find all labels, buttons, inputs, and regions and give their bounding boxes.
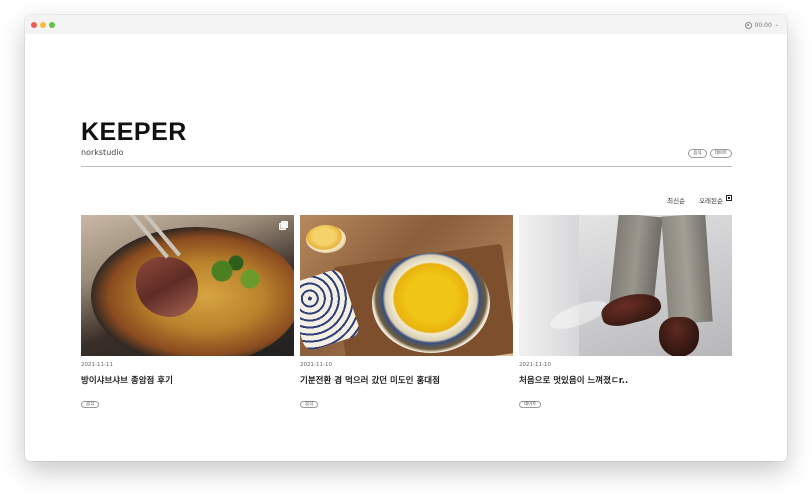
header-divider	[81, 166, 732, 167]
post-thumbnail[interactable]	[300, 215, 513, 356]
post-thumbnail[interactable]	[81, 215, 294, 356]
post-date: 2021-11-11	[81, 362, 113, 368]
radio-icon	[744, 21, 752, 29]
titlebar-status-text: 00:00	[754, 21, 772, 29]
sort-options: 최신순 오래된순	[667, 195, 723, 205]
post-date: 2021-11-10	[300, 362, 332, 368]
post-card[interactable]: 2021-11-10 처음으로 멋있음이 느껴졌ㄷr.. 데이트	[519, 215, 732, 408]
sort-oldest[interactable]: 오래된순	[699, 195, 723, 205]
page-content: KEEPER norkstudio 음식 데이트 최신순 오래된순 2021-1…	[25, 34, 787, 461]
greens-photo-shape	[201, 255, 271, 295]
post-thumbnail[interactable]	[519, 215, 732, 356]
grid-view-icon[interactable]	[726, 195, 732, 201]
egg-photo-shape	[306, 225, 346, 253]
shoe-photo-shape	[659, 317, 699, 356]
chevron-down-icon: ⌄	[774, 22, 779, 28]
blog-title[interactable]: KEEPER	[81, 120, 187, 145]
category-pill-date[interactable]: 데이트	[709, 149, 732, 158]
post-title[interactable]: 기분전환 겸 먹으러 갔던 미도인 홍대점	[300, 374, 440, 386]
blog-subtitle: norkstudio	[81, 148, 124, 157]
post-tag[interactable]: 데이트	[519, 401, 542, 408]
minimize-window-button[interactable]	[40, 22, 46, 28]
post-date: 2021-11-10	[519, 362, 551, 368]
post-tag[interactable]: 음식	[300, 401, 319, 408]
post-tag[interactable]: 음식	[81, 401, 100, 408]
category-pill-food[interactable]: 음식	[688, 149, 707, 158]
post-card[interactable]: 2021-11-11 방이샤브샤브 종암점 후기 음식	[81, 215, 294, 408]
post-title[interactable]: 처음으로 멋있음이 느껴졌ㄷr..	[519, 374, 628, 386]
multiple-images-icon	[279, 221, 288, 230]
post-title[interactable]: 방이샤브샤브 종암점 후기	[81, 374, 173, 386]
window-titlebar: 00:00 ⌄	[25, 15, 787, 34]
close-window-button[interactable]	[31, 22, 37, 28]
soup-bowl-photo-shape	[372, 253, 490, 353]
wall-photo-shape	[519, 215, 579, 356]
post-card[interactable]: 2021-11-10 기분전환 겸 먹으러 갔던 미도인 홍대점 음식	[300, 215, 513, 408]
maximize-window-button[interactable]	[49, 22, 55, 28]
category-filter: 음식 데이트	[688, 149, 732, 158]
sort-latest[interactable]: 최신순	[667, 195, 685, 205]
browser-window: 00:00 ⌄ KEEPER norkstudio 음식 데이트 최신순 오래된…	[25, 15, 787, 461]
titlebar-status[interactable]: 00:00 ⌄	[744, 19, 779, 31]
trouser-leg-photo-shape	[661, 215, 713, 325]
